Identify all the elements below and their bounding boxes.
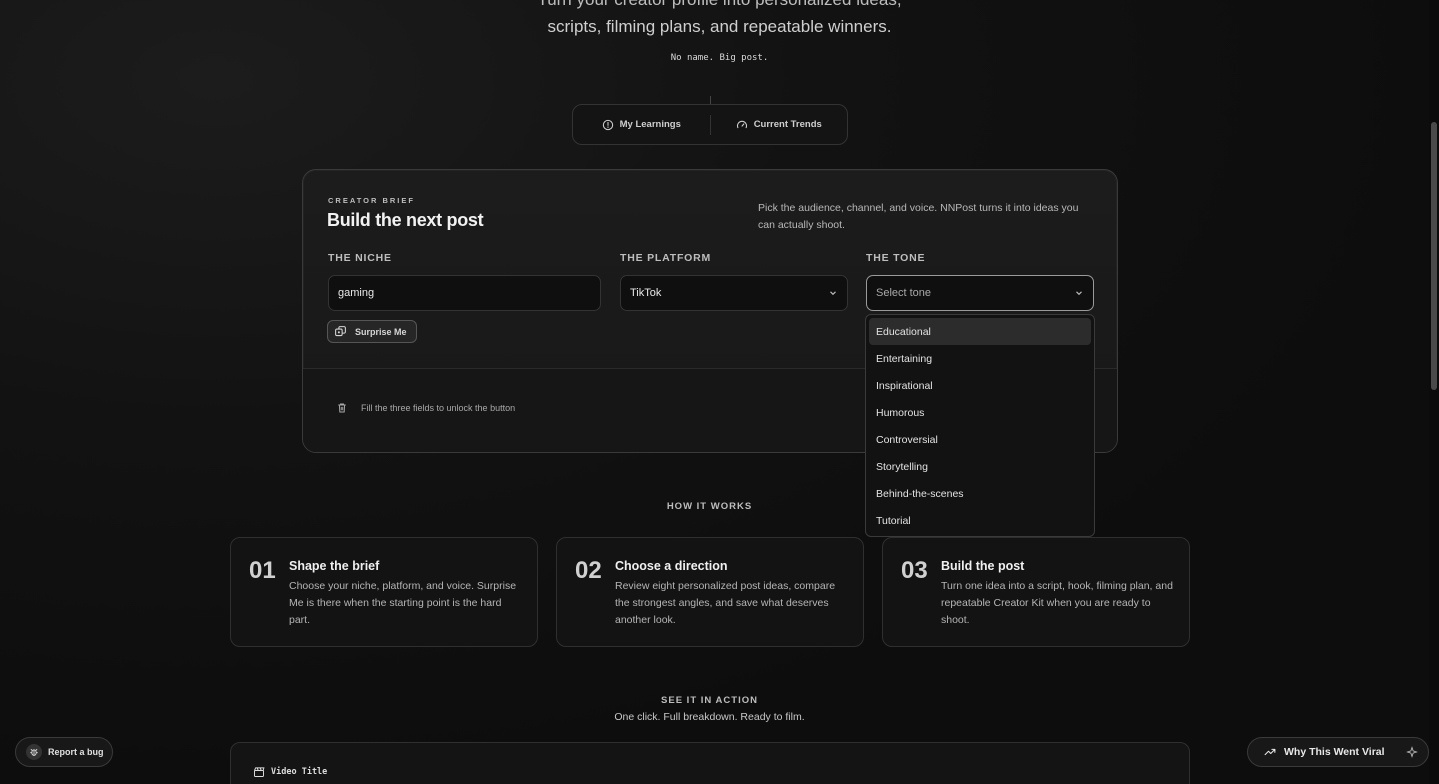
step-number: 03 [901,557,928,584]
current-trends-button[interactable]: Current Trends [711,105,848,144]
niche-label: THE NICHE [328,252,392,264]
trash-icon[interactable] [336,402,348,414]
platform-select[interactable]: TikTok [620,275,848,311]
niche-input[interactable]: gaming [328,275,601,311]
step-number: 02 [575,557,602,584]
step-description: Review eight personalized post ideas, co… [615,580,836,626]
see-it-title: SEE IT IN ACTION [661,695,758,706]
demo-card: Video Title [230,742,1190,784]
brief-description: Pick the audience, channel, and voice. N… [758,202,1079,231]
video-title-text: Video Title [271,767,328,777]
gauge-icon [736,119,748,131]
clapperboard-icon [253,766,265,778]
video-title-label: Video Title [253,766,327,778]
tone-option[interactable]: Inspirational [869,372,1091,399]
scrollbar-thumb[interactable] [1431,122,1437,390]
step-card: 01 Shape the brief Choose your niche, pl… [230,537,538,647]
footer-note-text: Fill the three fields to unlock the butt… [361,403,516,413]
step-description: Turn one idea into a script, hook, filmi… [941,580,1173,626]
step-title: Choose a direction [615,559,728,573]
tone-option[interactable]: Educational [869,318,1091,345]
tone-option[interactable]: Storytelling [869,453,1091,480]
platform-value: TikTok [630,287,662,299]
report-bug-button[interactable]: Report a bug [15,737,113,767]
lightbulb-icon [602,119,614,131]
why-viral-label: Why This Went Viral [1284,746,1385,758]
trending-up-icon [1264,746,1276,758]
surprise-me-button[interactable]: Surprise Me [327,320,417,343]
dice-icon [334,325,347,338]
tone-dropdown: Educational Entertaining Inspirational H… [865,314,1095,537]
chevron-down-icon [1074,288,1084,298]
tone-option[interactable]: Controversial [869,426,1091,453]
tone-select[interactable]: Select tone [866,275,1094,311]
divider-tick [710,96,711,104]
my-learnings-button[interactable]: My Learnings [573,105,710,144]
hero-line-1: Turn your creator profile into personali… [0,0,1439,10]
sparkle-icon [1406,746,1418,758]
tone-option[interactable]: Humorous [869,399,1091,426]
bug-icon [26,744,42,760]
why-viral-button[interactable]: Why This Went Viral [1247,737,1429,767]
tone-option[interactable]: Entertaining [869,345,1091,372]
tone-option[interactable]: Behind-the-scenes [869,480,1091,507]
platform-label: THE PLATFORM [620,252,712,264]
step-card: 03 Build the post Turn one idea into a s… [882,537,1190,647]
nav-pill: My Learnings Current Trends [572,104,848,145]
tone-label: THE TONE [866,252,926,264]
tone-option[interactable]: Tutorial [869,507,1091,534]
brief-eyebrow: CREATOR BRIEF [328,196,415,205]
tone-placeholder: Select tone [876,287,932,299]
surprise-me-label: Surprise Me [355,326,407,337]
chevron-down-icon [828,288,838,298]
see-it-subtitle: One click. Full breakdown. Ready to film… [614,711,805,723]
step-card: 02 Choose a direction Review eight perso… [556,537,864,647]
step-title: Build the post [941,559,1025,573]
my-learnings-label: My Learnings [619,119,681,130]
footer-note: Fill the three fields to unlock the butt… [336,402,515,414]
scrollbar-track[interactable] [1429,0,1439,784]
step-description: Choose your niche, platform, and voice. … [289,580,517,626]
step-title: Shape the brief [289,559,380,573]
how-it-works-title: HOW IT WORKS [666,501,753,512]
tagline: No name. Big post. [670,53,769,63]
brief-title: Build the next post [327,210,484,230]
hero-line-2: scripts, filming plans, and repeatable w… [547,17,892,36]
niche-value: gaming [338,287,375,299]
step-number: 01 [249,557,276,584]
current-trends-label: Current Trends [753,119,822,130]
report-bug-label: Report a bug [48,747,104,757]
